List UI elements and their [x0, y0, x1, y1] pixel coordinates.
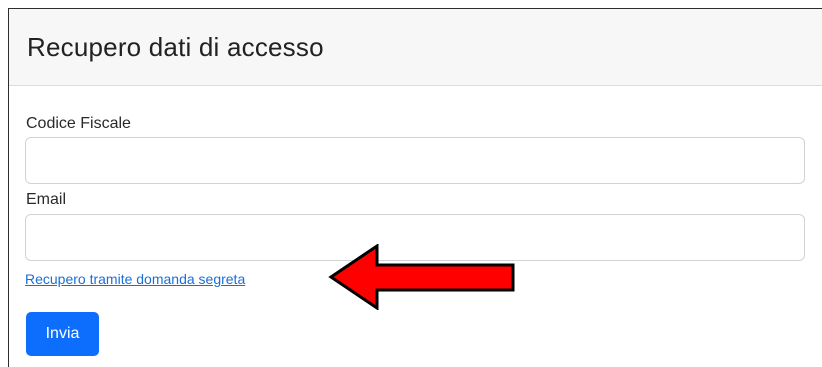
submit-button[interactable]: Invia — [26, 312, 99, 356]
recovery-card: Recupero dati di accesso Codice Fiscale … — [8, 8, 822, 367]
codice-fiscale-label: Codice Fiscale — [26, 115, 131, 132]
secret-question-recovery-link[interactable]: Recupero tramite domanda segreta — [25, 271, 245, 287]
card-header: Recupero dati di accesso — [9, 9, 822, 86]
codice-fiscale-input[interactable] — [25, 137, 805, 184]
email-label: Email — [26, 191, 67, 208]
red-left-arrow-icon — [328, 244, 515, 310]
page-title: Recupero dati di accesso — [27, 32, 324, 62]
